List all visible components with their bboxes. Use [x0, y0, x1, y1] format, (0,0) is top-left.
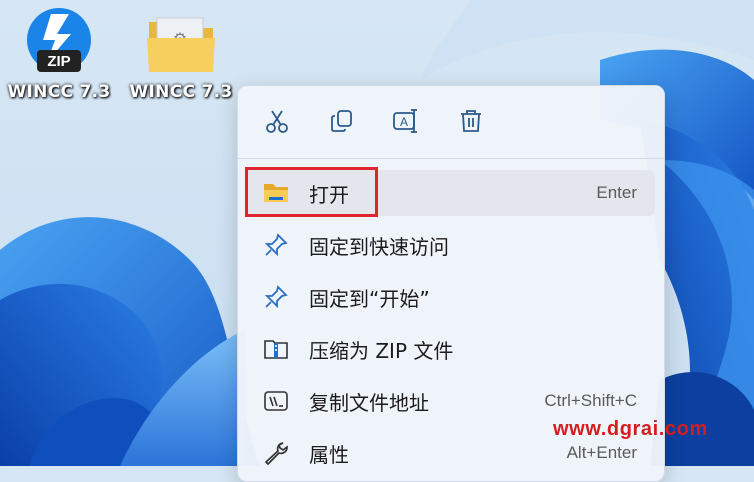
wrench-icon: [259, 438, 293, 468]
desktop-icon-label: WINCC 7.3: [129, 82, 233, 102]
delete-icon: [458, 108, 484, 138]
folder-icon: ⚙: [143, 4, 219, 80]
zip-compress-icon: [259, 334, 293, 364]
delete-button[interactable]: [454, 106, 488, 140]
rename-button[interactable]: A: [389, 106, 423, 140]
copy-button[interactable]: [325, 106, 359, 140]
pin-icon: [259, 282, 293, 312]
desktop-icon-wincc-zip[interactable]: ZIP WINCC 7.3: [4, 4, 114, 102]
copy-icon: [329, 108, 355, 138]
svg-text:A: A: [400, 115, 408, 129]
menu-item-label: 属性: [309, 442, 349, 467]
zip-archive-icon: ZIP: [21, 4, 97, 80]
menu-item-label: 固定到快速访问: [309, 234, 449, 259]
toolbar-divider: [238, 158, 664, 159]
menu-item-shortcut: Enter: [596, 183, 637, 202]
menu-item-label: 复制文件地址: [309, 390, 429, 415]
cut-icon: [264, 108, 290, 138]
menu-item-pin-quick-access[interactable]: 固定到快速访问: [245, 222, 655, 268]
copy-path-icon: [259, 386, 293, 416]
menu-item-compress-zip[interactable]: 压缩为 ZIP 文件: [245, 326, 655, 372]
pin-icon: [259, 230, 293, 260]
rename-icon: A: [392, 108, 420, 138]
menu-item-label: 固定到“开始”: [309, 286, 430, 311]
open-item-highlight-box: [245, 167, 378, 217]
menu-item-label: 压缩为 ZIP 文件: [309, 338, 454, 363]
cut-button[interactable]: [260, 106, 294, 140]
svg-text:ZIP: ZIP: [47, 53, 70, 70]
desktop-icon-label: WINCC 7.3: [7, 82, 111, 102]
menu-item-shortcut: Alt+Enter: [566, 443, 637, 462]
context-menu-toolbar: A: [238, 86, 664, 158]
menu-item-pin-start[interactable]: 固定到“开始”: [245, 274, 655, 320]
desktop-icon-wincc-folder[interactable]: ⚙ WINCC 7.3: [126, 4, 236, 102]
watermark: www.dgrai.com: [553, 418, 708, 440]
menu-item-shortcut: Ctrl+Shift+C: [544, 391, 637, 410]
